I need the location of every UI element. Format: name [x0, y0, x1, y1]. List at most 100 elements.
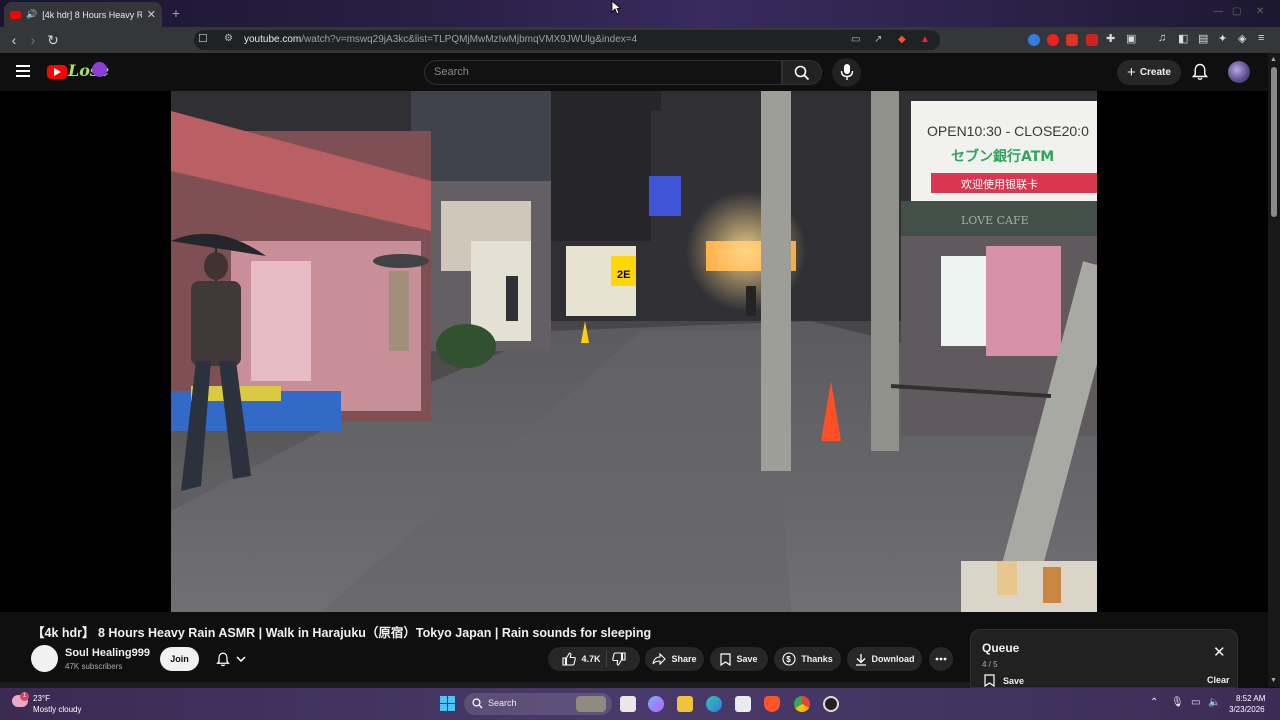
- youtube-favicon-icon: [10, 10, 21, 19]
- weather-alert-badge: 1: [20, 692, 29, 701]
- doodle-ornament-icon: [92, 62, 107, 77]
- weather-description[interactable]: Mostly cloudy: [33, 705, 81, 714]
- extensions-puzzle-icon[interactable]: ✚: [1106, 32, 1115, 45]
- file-explorer-icon[interactable]: [677, 696, 693, 712]
- share-button[interactable]: Share: [645, 647, 704, 671]
- dislike-icon[interactable]: [611, 652, 626, 666]
- edge-icon[interactable]: [706, 696, 722, 712]
- task-view-icon[interactable]: [620, 696, 636, 712]
- account-avatar[interactable]: [1228, 61, 1250, 83]
- extension-red-icon[interactable]: [1066, 34, 1078, 46]
- audio-playing-icon[interactable]: 🔊: [26, 9, 37, 20]
- video-title: 【4k hdr】 8 Hours Heavy Rain ASMR | Walk …: [32, 626, 652, 640]
- video-frame: 2E OPEN10:30 - CLOSE20:0 セブン銀行ATM 欢迎使用银联…: [171, 91, 1097, 612]
- new-tab-button[interactable]: +: [168, 5, 184, 21]
- youtube-logo-icon[interactable]: [47, 65, 67, 79]
- share-page-icon[interactable]: ↗: [874, 34, 882, 45]
- voice-search-button[interactable]: [832, 58, 861, 87]
- chrome-icon[interactable]: [794, 696, 810, 712]
- chevron-down-icon: [235, 656, 246, 662]
- bell-icon: [215, 652, 230, 666]
- obs-icon[interactable]: [823, 696, 839, 712]
- plus-icon: +: [1127, 64, 1136, 81]
- maximize-icon[interactable]: ▢: [1232, 6, 1241, 17]
- guide-menu-icon[interactable]: [16, 65, 30, 77]
- microphone-icon: [840, 64, 854, 80]
- tray-overflow-icon[interactable]: ⌃: [1150, 697, 1158, 708]
- download-icon: [855, 653, 866, 666]
- browser-menu-icon[interactable]: ≡: [1258, 32, 1264, 44]
- create-button[interactable]: + Create: [1117, 60, 1181, 85]
- thanks-button[interactable]: $ Thanks: [774, 647, 841, 671]
- save-bookmark-icon: [720, 652, 732, 666]
- reload-icon[interactable]: ↻: [44, 31, 62, 49]
- weather-temperature[interactable]: 23°F: [33, 694, 50, 703]
- extension-youtube-icon[interactable]: [1047, 34, 1059, 46]
- notifications-bell-icon[interactable]: [1192, 63, 1208, 81]
- share-icon: [652, 653, 667, 665]
- brave-rewards-icon[interactable]: ▲: [920, 34, 930, 45]
- join-button[interactable]: Join: [160, 647, 199, 671]
- video-player[interactable]: 2E OPEN10:30 - CLOSE20:0 セブン銀行ATM 欢迎使用银联…: [171, 91, 1097, 612]
- queue-save-bookmark-icon: [984, 674, 995, 687]
- address-bar[interactable]: ☐ ⚙ youtube.com/watch?v=mswq29jA3kc&list…: [194, 30, 940, 50]
- download-button[interactable]: Download: [847, 647, 922, 671]
- site-info-icon[interactable]: ⚙: [224, 33, 233, 44]
- queue-position: 4 / 5: [982, 660, 998, 669]
- windows-taskbar: 1 23°F Mostly cloudy Search ⌃ 🎙 ▭ 🔈 8:52…: [0, 688, 1280, 720]
- channel-avatar[interactable]: [31, 645, 58, 672]
- back-icon[interactable]: ‹: [5, 31, 23, 49]
- tab-title: [4k hdr] 8 Hours Heavy Rain: [42, 9, 142, 20]
- queue-title: Queue: [982, 641, 1020, 655]
- queue-clear-button[interactable]: Clear: [1207, 675, 1230, 685]
- sidebar-icon[interactable]: ◧: [1178, 32, 1188, 45]
- window-close-icon[interactable]: ✕: [1256, 6, 1264, 17]
- tray-display-icon[interactable]: ▭: [1191, 697, 1200, 708]
- extension-blue-icon[interactable]: [1028, 34, 1040, 46]
- tray-mic-icon[interactable]: 🎙: [1171, 697, 1184, 708]
- page-scrollbar[interactable]: ▲ ▼: [1268, 53, 1280, 687]
- brave-shield-icon[interactable]: ◆: [898, 34, 906, 45]
- brave-taskbar-icon[interactable]: [764, 696, 780, 712]
- media-control-icon[interactable]: ♫: [1158, 32, 1166, 44]
- tab-close-icon[interactable]: ✕: [147, 8, 156, 21]
- search-input[interactable]: Search: [424, 60, 782, 85]
- scrollbar-thumb[interactable]: [1271, 67, 1277, 217]
- scroll-down-icon[interactable]: ▼: [1270, 677, 1277, 684]
- like-count[interactable]: 4.7K: [581, 654, 600, 664]
- taskbar-search-icon: [472, 698, 483, 709]
- like-icon[interactable]: [562, 652, 577, 666]
- copilot-icon[interactable]: [648, 696, 664, 712]
- bookmark-icon[interactable]: ☐: [198, 32, 208, 45]
- store-icon[interactable]: [735, 696, 751, 712]
- clock-date[interactable]: 3/23/2026: [1229, 705, 1265, 714]
- ai-icon[interactable]: ✦: [1218, 32, 1227, 45]
- more-actions-button[interactable]: [929, 647, 953, 671]
- subscription-notify-button[interactable]: [207, 647, 254, 671]
- search-button[interactable]: [782, 60, 822, 85]
- youtube-masthead: Lose Search + Create: [0, 53, 1280, 91]
- url-text[interactable]: youtube.com/watch?v=mswq29jA3kc&list=TLP…: [244, 34, 637, 45]
- windows-start-icon[interactable]: [440, 696, 455, 711]
- channel-name[interactable]: Soul Healing999: [65, 647, 150, 659]
- search-highlight-image-icon: [576, 696, 606, 712]
- clock-time[interactable]: 8:52 AM: [1236, 694, 1265, 703]
- queue-save-button[interactable]: Save: [984, 674, 1024, 687]
- save-button[interactable]: Save: [710, 647, 768, 671]
- mouse-cursor-icon: [611, 0, 621, 15]
- scroll-up-icon[interactable]: ▲: [1270, 56, 1277, 63]
- taskbar-search-box[interactable]: Search: [464, 693, 612, 715]
- super-thanks-icon: $: [782, 652, 796, 666]
- queue-panel: Queue 4 / 5 ✕ Save Clear: [970, 629, 1238, 688]
- cast-icon[interactable]: ▭: [851, 34, 860, 45]
- tray-volume-icon[interactable]: 🔈: [1208, 697, 1220, 708]
- browser-tab-active[interactable]: 🔊 [4k hdr] 8 Hours Heavy Rain ✕: [4, 2, 162, 27]
- subscriber-count: 47K subscribers: [65, 662, 123, 671]
- vpn-icon[interactable]: ◈: [1238, 32, 1246, 45]
- extension-red2-icon[interactable]: [1086, 34, 1098, 46]
- forward-icon[interactable]: ›: [24, 31, 42, 49]
- minimize-icon[interactable]: —: [1213, 6, 1223, 17]
- wallet-icon[interactable]: ▤: [1198, 32, 1208, 45]
- queue-close-icon[interactable]: ✕: [1213, 645, 1226, 660]
- screenshot-icon[interactable]: ▣: [1126, 32, 1136, 45]
